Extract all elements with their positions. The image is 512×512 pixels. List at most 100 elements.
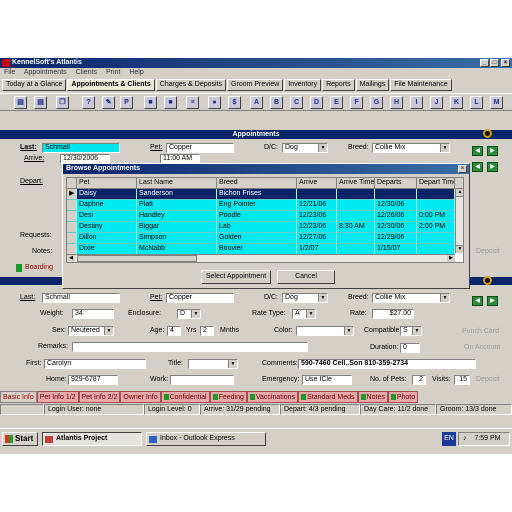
letter-j-button[interactable]: J — [430, 96, 443, 109]
last-name-field[interactable]: Schmall — [42, 143, 120, 153]
tab-standard-meds[interactable]: Standard Meds — [298, 391, 358, 403]
cancel-button[interactable]: Cancel — [277, 270, 335, 284]
next-record-button[interactable]: ▶ — [487, 146, 498, 156]
table-row[interactable]: Daphne Platt Eng Pointer 12/21/06 12/30/… — [67, 200, 455, 211]
tab-reports[interactable]: Reports — [322, 79, 355, 91]
table-row[interactable]: ▶ Daisy Sanderson Bichon Frises — [67, 189, 455, 200]
first-record-button[interactable]: ◀ — [472, 162, 483, 172]
letter-f-button[interactable]: F — [350, 96, 363, 109]
printer-icon[interactable]: ▤ — [34, 96, 47, 109]
grid-horizontal-scrollbar[interactable]: ◀ ▶ — [67, 254, 455, 262]
tools-icon[interactable]: ✎ — [102, 96, 115, 109]
scroll-down-icon[interactable]: ▼ — [456, 245, 463, 253]
tab-confidential[interactable]: Confidential — [160, 391, 210, 403]
table-row[interactable]: Destiny Biggar Lab 12/23/06 8:30 AM 12/3… — [67, 222, 455, 233]
home-phone-field[interactable]: 929-6787 — [68, 375, 118, 385]
letter-i-button[interactable]: I — [410, 96, 423, 109]
letter-b-button[interactable]: B — [270, 96, 283, 109]
tab-vaccinations[interactable]: Vaccinations — [246, 391, 299, 403]
volume-icon[interactable]: ♪ — [463, 435, 467, 442]
prev-record-button[interactable]: ◀ — [472, 146, 483, 156]
duration-field[interactable]: 0 — [400, 343, 420, 353]
age-years-field[interactable]: 4 — [167, 326, 181, 336]
language-indicator[interactable]: EN — [442, 432, 456, 446]
menu-file[interactable]: File — [4, 69, 15, 76]
boarding-label[interactable]: Boarding — [25, 264, 53, 271]
menu-appointments[interactable]: Appointments — [24, 69, 67, 76]
globe-icon[interactable]: ● — [208, 96, 221, 109]
scroll-up-icon[interactable]: ▲ — [456, 189, 463, 197]
tab-today[interactable]: Today at a Glance — [2, 79, 67, 91]
client-dc-select[interactable]: Dog — [282, 293, 328, 303]
letter-d-button[interactable]: D — [310, 96, 323, 109]
money-icon[interactable]: $ — [228, 96, 241, 109]
maximize-button[interactable]: □ — [490, 59, 499, 67]
start-button[interactable]: Start — [2, 432, 38, 446]
col-pet[interactable]: Pet — [77, 178, 137, 189]
weight-field[interactable]: 34 — [72, 309, 114, 319]
col-breed[interactable]: Breed — [217, 178, 297, 189]
tab-pet-info-2[interactable]: Pet Info 2/2 — [78, 391, 121, 403]
menu-help[interactable]: Help — [129, 69, 143, 76]
breed-select[interactable]: Collie Mix — [372, 143, 450, 153]
taskbar-item-outlook[interactable]: Inbox - Outlook Express — [146, 432, 266, 446]
client-deposit-button[interactable]: Deposit — [476, 376, 500, 383]
deposit-button[interactable]: Deposit — [476, 248, 500, 255]
select-appointment-button[interactable]: Select Appointment — [201, 270, 271, 284]
tab-pet-info-1[interactable]: Pet Info 1/2 — [36, 391, 79, 403]
tab-owner-info[interactable]: Owner Info — [120, 391, 161, 403]
client-breed-select[interactable]: Collie Mix — [372, 293, 450, 303]
tab-feeding[interactable]: Feeding — [209, 391, 247, 403]
remarks-field[interactable] — [72, 342, 308, 352]
last-record-button[interactable]: ▶ — [487, 162, 498, 172]
book-icon[interactable]: ■ — [164, 96, 177, 109]
menu-print[interactable]: Print — [106, 69, 120, 76]
on-account-button[interactable]: On Account — [464, 344, 500, 351]
rate-field[interactable]: $27.00 — [372, 309, 414, 319]
client-pet-field[interactable]: Copper — [166, 293, 234, 303]
work-phone-field[interactable] — [170, 375, 234, 385]
tab-groom-preview[interactable]: Groom Preview — [227, 79, 284, 91]
emergency-field[interactable]: Use ICle — [302, 375, 352, 385]
letter-e-button[interactable]: E — [330, 96, 343, 109]
col-last-name[interactable]: Last Name — [137, 178, 217, 189]
client-prev-button[interactable]: ◀ — [472, 296, 483, 306]
letter-h-button[interactable]: H — [390, 96, 403, 109]
letter-g-button[interactable]: G — [370, 96, 383, 109]
title-select[interactable] — [188, 359, 238, 369]
tab-inventory[interactable]: Inventory — [284, 79, 322, 91]
scroll-right-icon[interactable]: ▶ — [447, 255, 455, 262]
minimize-button[interactable]: _ — [480, 59, 489, 67]
letter-c-button[interactable]: C — [290, 96, 303, 109]
tab-photo[interactable]: Photo — [387, 391, 419, 403]
taskbar-item-atlantis[interactable]: Atlantis Project — [42, 432, 142, 446]
tab-charges-deposits[interactable]: Charges & Deposits — [155, 79, 227, 91]
book-icon[interactable]: ■ — [144, 96, 157, 109]
ps-icon[interactable]: P — [120, 96, 133, 109]
close-button[interactable]: × — [501, 59, 510, 67]
tab-notes[interactable]: Notes — [357, 391, 388, 403]
table-row[interactable]: Dillon Simpson Golden 12/27/06 12/29/06 — [67, 233, 455, 244]
first-name-field[interactable]: Carolyn — [44, 359, 146, 369]
printer-icon[interactable]: ▤ — [14, 96, 27, 109]
col-depart-time[interactable]: Depart Time — [417, 178, 455, 189]
color-select[interactable] — [296, 326, 354, 336]
rate-type-select[interactable]: A — [292, 309, 316, 319]
grid-vertical-scrollbar[interactable]: ▲ ▼ — [455, 189, 463, 253]
scroll-left-icon[interactable]: ◀ — [67, 255, 75, 262]
tab-file-maintenance[interactable]: File Maintenance — [390, 79, 452, 91]
col-arrive[interactable]: Arrive — [297, 178, 337, 189]
enclosure-select[interactable]: D — [177, 309, 201, 319]
pet-field[interactable]: Copper — [166, 143, 234, 153]
tab-mailings[interactable]: Mailings — [355, 79, 390, 91]
table-row[interactable]: Desi Handley Poodle 12/23/06 12/26/06 0:… — [67, 211, 455, 222]
client-next-button[interactable]: ▶ — [487, 296, 498, 306]
dialog-close-button[interactable]: × — [458, 165, 467, 173]
letter-m-button[interactable]: M — [490, 96, 503, 109]
sex-select[interactable]: Neutered — [68, 326, 114, 336]
letter-a-button[interactable]: A — [250, 96, 263, 109]
menu-clients[interactable]: Clients — [76, 69, 97, 76]
tab-appointments-clients[interactable]: Appointments & Clients — [67, 79, 155, 91]
help-icon[interactable]: ? — [82, 96, 95, 109]
tab-basic-info[interactable]: Basic Info — [0, 391, 37, 403]
